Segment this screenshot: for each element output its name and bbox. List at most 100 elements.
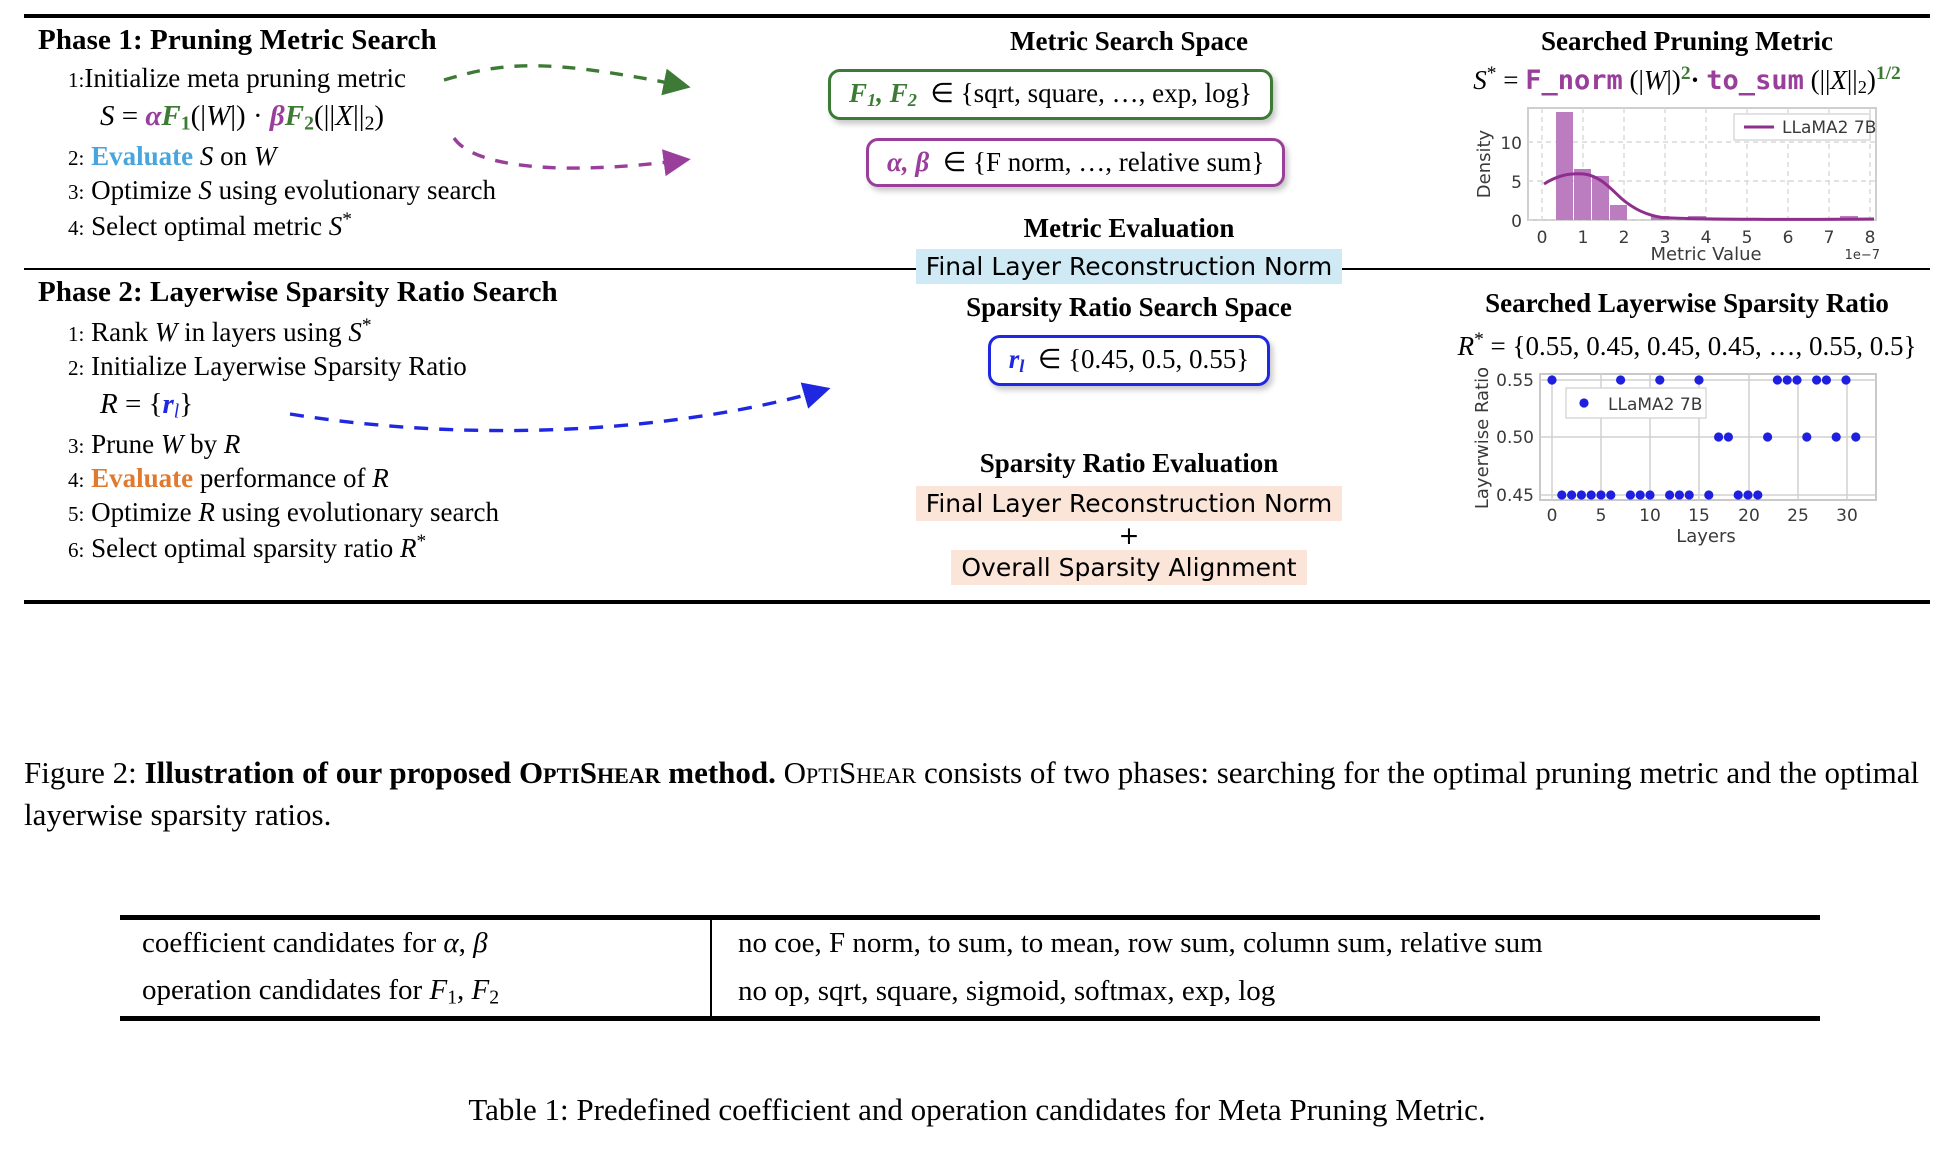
phase2-algorithm: Phase 2: Layerwise Sparsity Ratio Search… bbox=[24, 270, 814, 600]
phase2-step-1-num: 1: bbox=[68, 322, 85, 346]
table-row: operation candidates for F1, F2 no op, s… bbox=[120, 967, 1820, 1017]
sparsity-xtick-15: 15 bbox=[1688, 506, 1710, 526]
sparsity-ylabel: Layerwise Ratio bbox=[1472, 368, 1493, 509]
table-bottom-rule bbox=[120, 1016, 1820, 1022]
phase-2-row: Phase 2: Layerwise Sparsity Ratio Search… bbox=[24, 270, 1930, 600]
metric-space-box-2-wrap: α, β ∈ {F norm, …, relative sum} bbox=[866, 138, 1444, 188]
coefficients-search-space-box[interactable]: α, β ∈ {F norm, …, relative sum} bbox=[866, 138, 1286, 188]
density-ylabel: Density bbox=[1474, 129, 1495, 198]
phase2-step-5: 5: Optimize R using evolutionary search bbox=[68, 497, 500, 528]
phase2-step-2-num: 2: bbox=[68, 356, 85, 380]
sparsity-eval-item-2-wrap: Overall Sparsity Alignment bbox=[814, 550, 1444, 586]
sparsity-symbol: rl bbox=[1008, 344, 1025, 377]
density-xtick-7: 7 bbox=[1824, 228, 1835, 248]
metric-search-space-heading: Metric Search Space bbox=[1010, 26, 1248, 56]
phase2-evaluate-keyword: Evaluate bbox=[91, 463, 194, 494]
density-x-exponent: 1e−7 bbox=[1845, 248, 1880, 262]
metric-space-box-1-wrap: F1, F2 ∈ {sqrt, square, …, exp, log} bbox=[828, 69, 1444, 121]
sparsity-xlabel: Layers bbox=[1676, 526, 1736, 547]
phase1-title: Phase 1: Pruning Metric Search bbox=[38, 24, 437, 56]
phase2-step-4: 4: Evaluate performance of R bbox=[68, 463, 389, 494]
phase1-search-space: Metric Search Space F1, F2 ∈ {sqrt, squa… bbox=[814, 18, 1444, 285]
searched-pruning-metric-heading: Searched Pruning Metric bbox=[1541, 26, 1833, 56]
phase1-algorithm: Phase 1: Pruning Metric Search 1:Initial… bbox=[24, 18, 814, 268]
phase2-step-6-num: 6: bbox=[68, 538, 85, 563]
sparsity-chart-svg: LLaMA2 7B 0.55 0.50 0.45 0 5 10 15 20 25… bbox=[1472, 368, 1877, 547]
sparsity-ytick-050: 0.50 bbox=[1496, 428, 1534, 448]
table-1: coefficient candidates for α, β no coe, … bbox=[120, 915, 1820, 1022]
sparsity-xtick-25: 25 bbox=[1787, 506, 1809, 526]
sparsity-space-box-wrap: rl ∈ {0.45, 0.5, 0.55} bbox=[814, 335, 1444, 387]
searched-metric-equation: S* = F_norm (|W|)2· to_sum (||X||2)1/2 bbox=[1473, 63, 1901, 98]
density-xtick-2: 2 bbox=[1619, 228, 1630, 248]
density-ytick-0: 0 bbox=[1511, 212, 1522, 232]
sparsity-evaluation-item-2: Overall Sparsity Alignment bbox=[951, 550, 1307, 586]
table-row-1-left: coefficient candidates for α, β bbox=[142, 927, 488, 959]
density-xtick-6: 6 bbox=[1783, 228, 1794, 248]
phase2-step-3: 3: Prune W by R bbox=[68, 429, 241, 460]
phase1-step-2: 2: Evaluate S on W bbox=[68, 141, 277, 172]
phase2-equation: R = {rl} bbox=[100, 388, 194, 423]
density-histogram-chart: 0 5 10 0 1 2 3 4 5 6 7 8 Metric Value 1e… bbox=[1466, 102, 1930, 262]
sparsity-xtick-20: 20 bbox=[1738, 506, 1760, 526]
phase1-step-1-text: Initialize meta pruning metric bbox=[84, 63, 406, 93]
sparsity-xtick-30: 30 bbox=[1836, 506, 1858, 526]
density-chart-svg: 0 5 10 0 1 2 3 4 5 6 7 8 Metric Value 1e… bbox=[1474, 107, 1880, 262]
density-legend: LLaMA2 7B bbox=[1733, 113, 1876, 141]
phase-1-row: Phase 1: Pruning Metric Search 1:Initial… bbox=[24, 18, 1930, 285]
phase1-step-1-num: 1: bbox=[68, 68, 85, 92]
operations-set: ∈ {sqrt, square, …, exp, log} bbox=[923, 78, 1253, 108]
figure-caption-bold: Illustration of our proposed OptiShear m… bbox=[144, 755, 776, 790]
table-row-2-right: no op, sqrt, square, sigmoid, softmax, e… bbox=[710, 967, 1820, 1017]
sparsity-set: ∈ {0.45, 0.5, 0.55} bbox=[1031, 344, 1250, 374]
figure-bottom-rule bbox=[24, 600, 1930, 604]
sparsity-search-space-heading: Sparsity Ratio Search Space bbox=[966, 292, 1292, 322]
phase1-step-4: 4: Select optimal metric S* bbox=[68, 209, 352, 242]
table-row: coefficient candidates for α, β no coe, … bbox=[120, 920, 1820, 967]
sparsity-evaluation-item-1: Final Layer Reconstruction Norm bbox=[915, 486, 1343, 522]
operations-symbols: F1, F2 bbox=[849, 78, 917, 111]
phase2-step-4-num: 4: bbox=[68, 468, 85, 493]
phase1-step-2-num: 2: bbox=[68, 146, 85, 171]
phase2-step-1: 1: Rank W in layers using S* bbox=[68, 315, 372, 347]
searched-sparsity-equation: R* = {0.55, 0.45, 0.45, 0.45, …, 0.55, 0… bbox=[1457, 329, 1917, 361]
phase2-step-6: 6: Select optimal sparsity ratio R* bbox=[68, 531, 427, 564]
candidates-table: coefficient candidates for α, β no coe, … bbox=[120, 920, 1820, 1017]
phase1-step-3-num: 3: bbox=[68, 180, 85, 205]
phase1-evaluate-keyword: Evaluate bbox=[91, 141, 194, 172]
sparsity-ratio-search-space-box[interactable]: rl ∈ {0.45, 0.5, 0.55} bbox=[987, 335, 1271, 387]
sparsity-xtick-10: 10 bbox=[1639, 506, 1661, 526]
sparsity-eval-item-1-wrap: Final Layer Reconstruction Norm bbox=[814, 486, 1444, 522]
operations-search-space-box[interactable]: F1, F2 ∈ {sqrt, square, …, exp, log} bbox=[828, 69, 1274, 121]
density-xtick-0: 0 bbox=[1537, 228, 1548, 248]
coefficients-set: ∈ {F norm, …, relative sum} bbox=[936, 147, 1265, 178]
density-xlabel: Metric Value bbox=[1650, 244, 1761, 262]
phase1-step-3: 3: Optimize S using evolutionary search bbox=[68, 175, 497, 206]
sparsity-evaluation-plus: + bbox=[1118, 521, 1140, 551]
sparsity-ytick-055: 0.55 bbox=[1496, 371, 1534, 391]
figure-caption-method-name: OptiShear bbox=[783, 755, 917, 790]
sparsity-legend-label: LLaMA2 7B bbox=[1608, 395, 1702, 415]
phase1-plot-column: Searched Pruning Metric S* = F_norm (|W|… bbox=[1444, 18, 1930, 268]
density-legend-label: LLaMA2 7B bbox=[1782, 118, 1876, 138]
figure-container: Phase 1: Pruning Metric Search 1:Initial… bbox=[24, 14, 1930, 604]
phase2-plot-column: Searched Layerwise Sparsity Ratio R* = {… bbox=[1444, 270, 1930, 600]
phase1-step-4-num: 4: bbox=[68, 216, 85, 241]
density-ytick-5: 5 bbox=[1511, 173, 1522, 193]
sparsity-scatter-chart: LLaMA2 7B 0.55 0.50 0.45 0 5 10 15 20 25… bbox=[1466, 368, 1930, 548]
phase2-step-2: 2: Initialize Layerwise Sparsity Ratio bbox=[68, 351, 467, 381]
density-xtick-1: 1 bbox=[1578, 228, 1589, 248]
table-row-2-left: operation candidates for F1, F2 bbox=[142, 974, 500, 1009]
figure-caption-label: Figure 2: bbox=[24, 755, 137, 790]
metric-evaluation-heading: Metric Evaluation bbox=[1023, 213, 1235, 244]
sparsity-ytick-045: 0.45 bbox=[1496, 486, 1534, 506]
phase2-search-space: Sparsity Ratio Search Space rl ∈ {0.45, … bbox=[814, 270, 1444, 600]
table-row-1-right: no coe, F norm, to sum, to mean, row sum… bbox=[710, 920, 1820, 967]
table-caption: Table 1: Predefined coefficient and oper… bbox=[468, 1092, 1486, 1127]
sparsity-xtick-5: 5 bbox=[1596, 506, 1607, 526]
coefficients-symbols: α, β bbox=[887, 147, 930, 178]
phase2-title: Phase 2: Layerwise Sparsity Ratio Search bbox=[38, 276, 558, 308]
sparsity-legend: LLaMA2 7B bbox=[1565, 387, 1707, 419]
phase2-step-3-num: 3: bbox=[68, 434, 85, 459]
density-xtick-8: 8 bbox=[1865, 228, 1876, 248]
